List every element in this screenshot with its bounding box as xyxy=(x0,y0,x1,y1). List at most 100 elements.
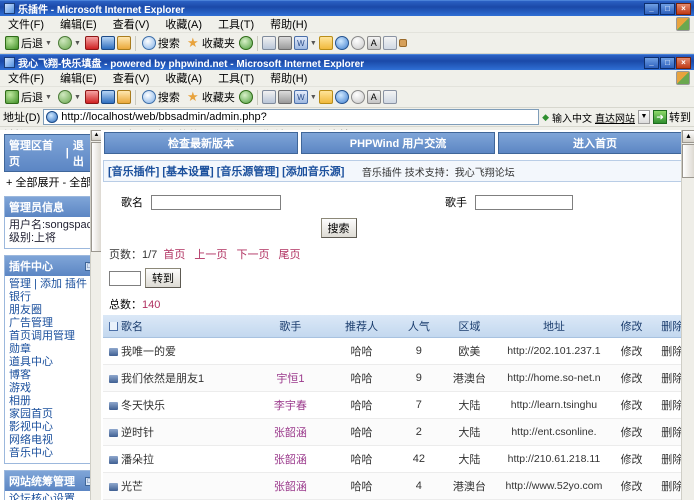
history-icon-front[interactable] xyxy=(239,90,253,104)
home-icon[interactable] xyxy=(117,36,131,50)
sidebar-item-video[interactable]: 影视中心 xyxy=(9,421,94,434)
forward-button[interactable]: ▼ xyxy=(56,35,83,51)
pager-last-link[interactable]: 尾页 xyxy=(279,249,301,261)
tab-user-forum[interactable]: PHPWind 用户交流 xyxy=(301,132,495,154)
chevron-down-icon[interactable]: ▼ xyxy=(45,40,52,47)
sidebar-item-album[interactable]: 相册 xyxy=(9,395,94,408)
search-hint-link[interactable]: 直达网站 xyxy=(595,110,635,125)
sidebar-item-home[interactable]: 家园首页 xyxy=(9,408,94,421)
column-header-song[interactable]: 歌名 xyxy=(103,315,252,338)
edit-word-icon[interactable]: W xyxy=(294,36,308,50)
sidebar-item-bank[interactable]: 银行 xyxy=(9,291,94,304)
cell-edit-link[interactable]: 修改 xyxy=(613,338,651,365)
close-button[interactable]: × xyxy=(676,3,691,15)
favorites-button[interactable]: ★ 收藏夹 xyxy=(184,34,237,52)
favorites-button-front[interactable]: ★ 收藏夹 xyxy=(184,88,237,106)
messenger-icon-front[interactable] xyxy=(335,90,349,104)
sidebar-item-props[interactable]: 道具中心 xyxy=(9,356,94,369)
sidebar-scroll-thumb[interactable] xyxy=(91,142,101,252)
column-header-singer[interactable]: 歌手 xyxy=(252,315,329,338)
menu-item-favorites-front[interactable]: 收藏(A) xyxy=(157,70,210,86)
stop-icon-front[interactable] xyxy=(85,90,99,104)
mail-icon[interactable] xyxy=(262,36,276,50)
address-dropdown-button[interactable]: ▼ xyxy=(638,110,650,124)
sidebar-item-music[interactable]: 音乐中心 xyxy=(9,447,94,460)
cell-edit-link[interactable]: 修改 xyxy=(613,419,651,446)
extra-tool-icon[interactable] xyxy=(399,39,407,47)
edit-word-icon-front[interactable]: W xyxy=(294,90,308,104)
page-jump-input[interactable] xyxy=(109,271,141,286)
column-header-edit[interactable]: 修改 xyxy=(613,315,651,338)
menu-item-edit[interactable]: 编辑(E) xyxy=(52,16,105,32)
sidebar-scroll-up-arrow[interactable]: ▲ xyxy=(91,130,101,141)
maximize-button[interactable]: □ xyxy=(660,3,675,15)
pager-prev-link[interactable]: 上一页 xyxy=(194,249,227,261)
search-button[interactable]: 搜索 xyxy=(140,34,182,52)
menu-item-help[interactable]: 帮助(H) xyxy=(262,16,315,32)
cell-edit-link[interactable]: 修改 xyxy=(613,392,651,419)
address-input[interactable]: http://localhost/web/bbsadmin/admin.php? xyxy=(43,109,539,125)
menu-item-favorites[interactable]: 收藏(A) xyxy=(157,16,210,32)
sidebar-home-link[interactable]: 管理区首页 xyxy=(9,137,62,169)
page-jump-button[interactable]: 转到 xyxy=(145,268,181,288)
history-icon[interactable] xyxy=(239,36,253,50)
menu-item-edit-front[interactable]: 编辑(E) xyxy=(52,70,105,86)
sidebar-expand-row[interactable]: + 全部展开 - 全部收缩 xyxy=(4,172,99,190)
minimize-button[interactable]: _ xyxy=(644,3,659,15)
pager-next-link[interactable]: 下一页 xyxy=(236,249,269,261)
sidebar-item-ads[interactable]: 广告管理 xyxy=(9,317,94,330)
content-scroll-thumb[interactable] xyxy=(682,144,694,178)
close-button-front[interactable]: × xyxy=(676,57,691,69)
chevron-down-icon-edit[interactable]: ▼ xyxy=(310,40,317,47)
list-icon[interactable] xyxy=(383,36,397,50)
column-header-hits[interactable]: 人气 xyxy=(394,315,443,338)
go-button[interactable]: ➜ 转到 xyxy=(653,109,691,125)
sidebar-scrollbar[interactable]: ▲ xyxy=(90,130,101,500)
chevron-down-icon-forward[interactable]: ▼ xyxy=(74,40,81,47)
chinese-direct-search[interactable]: ◆ 输入中文 直达网站 xyxy=(542,110,635,125)
search-button-front[interactable]: 搜索 xyxy=(140,88,182,106)
menu-item-tools[interactable]: 工具(T) xyxy=(210,16,262,32)
sidebar-item-medals[interactable]: 勋章 xyxy=(9,343,94,356)
singer-input[interactable] xyxy=(475,195,573,210)
breadcrumb-links[interactable]: [音乐插件] [基本设置] [音乐源管理] [添加音乐源] xyxy=(108,163,344,179)
back-button[interactable]: 后退 ▼ xyxy=(3,34,54,52)
print-icon[interactable] xyxy=(278,36,292,50)
content-scroll-up-arrow[interactable]: ▲ xyxy=(682,130,694,143)
minimize-button-front[interactable]: _ xyxy=(644,57,659,69)
home-icon-front[interactable] xyxy=(117,90,131,104)
sidebar-item-friends[interactable]: 朋友圈 xyxy=(9,304,94,317)
print-icon-front[interactable] xyxy=(278,90,292,104)
folder-icon-front[interactable] xyxy=(319,90,333,104)
column-header-recommender[interactable]: 推荐人 xyxy=(329,315,394,338)
menu-item-view[interactable]: 查看(V) xyxy=(105,16,158,32)
font-a-icon[interactable]: A xyxy=(367,36,381,50)
cell-edit-link[interactable]: 修改 xyxy=(613,365,651,392)
menu-item-tools-front[interactable]: 工具(T) xyxy=(210,70,262,86)
font-a-icon-front[interactable]: A xyxy=(367,90,381,104)
chevron-down-icon-forward-front[interactable]: ▼ xyxy=(74,94,81,101)
cell-edit-link[interactable]: 修改 xyxy=(613,473,651,500)
qq-icon-front[interactable] xyxy=(351,90,365,104)
sidebar-item-blog[interactable]: 博客 xyxy=(9,369,94,382)
tab-enter-homepage[interactable]: 进入首页 xyxy=(498,132,692,154)
song-name-input[interactable] xyxy=(151,195,281,210)
sidebar-item-plugin-manage[interactable]: 管理 | 添加 插件 xyxy=(9,278,94,291)
folder-icon[interactable] xyxy=(319,36,333,50)
qq-icon[interactable] xyxy=(351,36,365,50)
refresh-icon[interactable] xyxy=(101,36,115,50)
sidebar-item-core-settings[interactable]: 论坛核心设置 xyxy=(9,493,94,500)
maximize-button-front[interactable]: □ xyxy=(660,57,675,69)
sidebar-item-games[interactable]: 游戏 xyxy=(9,382,94,395)
column-header-region[interactable]: 区域 xyxy=(444,315,496,338)
sidebar-item-nettv[interactable]: 网络电视 xyxy=(9,434,94,447)
stop-icon[interactable] xyxy=(85,36,99,50)
chevron-down-icon-edit-front[interactable]: ▼ xyxy=(310,94,317,101)
menu-item-file[interactable]: 文件(F) xyxy=(0,16,52,32)
column-header-url[interactable]: 地址 xyxy=(495,315,613,338)
sidebar-item-homepage-call[interactable]: 首页调用管理 xyxy=(9,330,94,343)
content-scrollbar[interactable]: ▲ xyxy=(681,130,694,500)
forward-button-front[interactable]: ▼ xyxy=(56,89,83,105)
menu-item-file-front[interactable]: 文件(F) xyxy=(0,70,52,86)
back-button-front[interactable]: 后退 ▼ xyxy=(3,88,54,106)
